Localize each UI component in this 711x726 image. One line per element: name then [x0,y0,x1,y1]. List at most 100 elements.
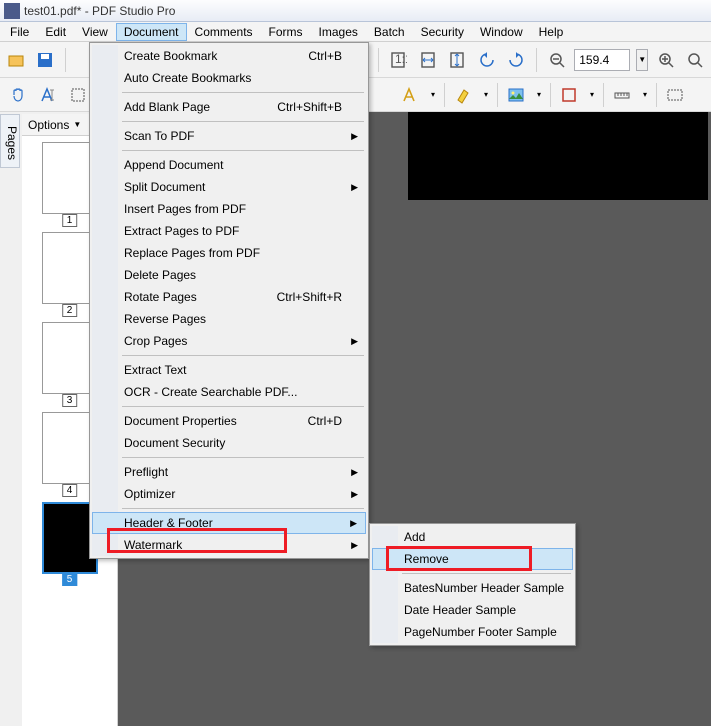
dropdown-arrow[interactable]: ▾ [585,84,599,106]
text-annotation-button[interactable] [396,81,424,109]
menu-item-crop-pages[interactable]: Crop Pages▶ [92,330,366,352]
menu-item-label: Optimizer [124,487,175,501]
pages-tab-label: Pages [5,126,19,160]
separator [444,83,445,107]
menu-images[interactable]: Images [311,23,366,41]
document-menu: Create BookmarkCtrl+BAuto Create Bookmar… [89,42,369,559]
submenu-arrow-icon: ▶ [351,131,358,142]
pages-tab[interactable]: Pages [0,114,20,168]
image-button[interactable] [502,81,530,109]
submenu-item-date-header-sample[interactable]: Date Header Sample [372,599,573,621]
highlight-button[interactable] [449,81,477,109]
zoom-in-button[interactable] [654,46,677,74]
menu-view[interactable]: View [74,23,116,41]
menu-item-label: Add Blank Page [124,100,210,114]
menu-item-optimizer[interactable]: Optimizer▶ [92,483,366,505]
submenu-item-batesnumber-header-sample[interactable]: BatesNumber Header Sample [372,577,573,599]
dropdown-arrow[interactable]: ▾ [479,84,493,106]
menu-security[interactable]: Security [413,23,472,41]
menu-item-preflight[interactable]: Preflight▶ [92,461,366,483]
menu-item-insert-pages-from-pdf[interactable]: Insert Pages from PDF [92,198,366,220]
menu-document[interactable]: Document [116,23,187,41]
menu-edit[interactable]: Edit [37,23,74,41]
menu-item-scan-to-pdf[interactable]: Scan To PDF ▶ [92,125,366,147]
zoom-input[interactable] [574,49,630,71]
page-number-label: 1 [62,214,78,227]
submenu-item-add[interactable]: Add [372,526,573,548]
menu-item-ocr-create-searchable-pdf-[interactable]: OCR - Create Searchable PDF... [92,381,366,403]
menu-item-label: Extract Pages to PDF [124,224,239,238]
menu-item-replace-pages-from-pdf[interactable]: Replace Pages from PDF [92,242,366,264]
menu-separator [122,457,364,458]
menu-batch[interactable]: Batch [366,23,413,41]
menu-item-label: Document Properties [124,414,237,428]
menu-item-label: Delete Pages [124,268,196,282]
separator [603,83,604,107]
menu-item-append-document[interactable]: Append Document [92,154,366,176]
menu-item-label: Split Document [124,180,205,194]
menu-item-auto-create-bookmarks[interactable]: Auto Create Bookmarks [92,67,366,89]
menu-help[interactable]: Help [531,23,572,41]
menu-item-extract-text[interactable]: Extract Text [92,359,366,381]
menu-item-delete-pages[interactable]: Delete Pages [92,264,366,286]
dropdown-arrow[interactable]: ▾ [426,84,440,106]
menu-window[interactable]: Window [472,23,531,41]
page-number-label: 3 [62,394,78,407]
shape-button[interactable] [555,81,583,109]
fit-width-button[interactable] [416,46,439,74]
menu-item-label: Header & Footer [124,516,213,530]
app-icon [4,3,20,19]
menu-separator [402,573,571,574]
menu-item-label: Scan To PDF [124,129,194,143]
menu-item-watermark[interactable]: Watermark ▶ [92,534,366,556]
menu-item-label: Rotate Pages [124,290,197,304]
rotate-cw-button[interactable] [504,46,527,74]
fit-page-button[interactable]: 1:1 [387,46,410,74]
menu-comments[interactable]: Comments [187,23,261,41]
zoom-out-button[interactable] [545,46,568,74]
menu-item-label: Document Security [124,436,225,450]
menu-item-create-bookmark[interactable]: Create BookmarkCtrl+B [92,45,366,67]
submenu-item-remove[interactable]: Remove [372,548,573,570]
hand-tool-button[interactable] [4,81,32,109]
open-button[interactable] [4,46,27,74]
separator [656,83,657,107]
select-tool-button[interactable] [64,81,92,109]
menu-separator [122,150,364,151]
submenu-item-pagenumber-footer-sample[interactable]: PageNumber Footer Sample [372,621,573,643]
menu-item-extract-pages-to-pdf[interactable]: Extract Pages to PDF [92,220,366,242]
menu-forms[interactable]: Forms [261,23,311,41]
menu-item-reverse-pages[interactable]: Reverse Pages [92,308,366,330]
menu-item-label: Extract Text [124,363,186,377]
fit-height-button[interactable] [446,46,469,74]
menu-file[interactable]: File [2,23,37,41]
menu-bar: FileEditViewDocumentCommentsFormsImagesB… [0,22,711,42]
menu-item-header-footer[interactable]: Header & Footer▶ [92,512,366,534]
menu-shortcut: Ctrl+B [308,49,342,63]
menu-item-add-blank-page[interactable]: Add Blank PageCtrl+Shift+B [92,96,366,118]
save-button[interactable] [33,46,56,74]
text-select-button[interactable] [34,81,62,109]
menu-item-label: Watermark [124,538,182,552]
dropdown-arrow[interactable]: ▾ [638,84,652,106]
menu-separator [122,121,364,122]
submenu-arrow-icon: ▶ [351,540,358,551]
zoom-tool-button[interactable] [684,46,707,74]
dropdown-arrow[interactable]: ▾ [532,84,546,106]
measure-button[interactable] [608,81,636,109]
separator [65,48,66,72]
menu-item-split-document[interactable]: Split Document▶ [92,176,366,198]
link-button[interactable] [661,81,689,109]
separator [550,83,551,107]
menu-item-document-security[interactable]: Document Security [92,432,366,454]
separator [497,83,498,107]
menu-item-label: Replace Pages from PDF [124,246,260,260]
menu-item-document-properties[interactable]: Document PropertiesCtrl+D [92,410,366,432]
menu-item-label: BatesNumber Header Sample [404,581,564,595]
menu-item-label: Reverse Pages [124,312,206,326]
page-number-label: 4 [62,484,78,497]
zoom-dropdown-arrow[interactable]: ▼ [636,49,648,71]
rotate-ccw-button[interactable] [475,46,498,74]
menu-item-rotate-pages[interactable]: Rotate PagesCtrl+Shift+R [92,286,366,308]
page-number-label: 5 [62,573,78,586]
